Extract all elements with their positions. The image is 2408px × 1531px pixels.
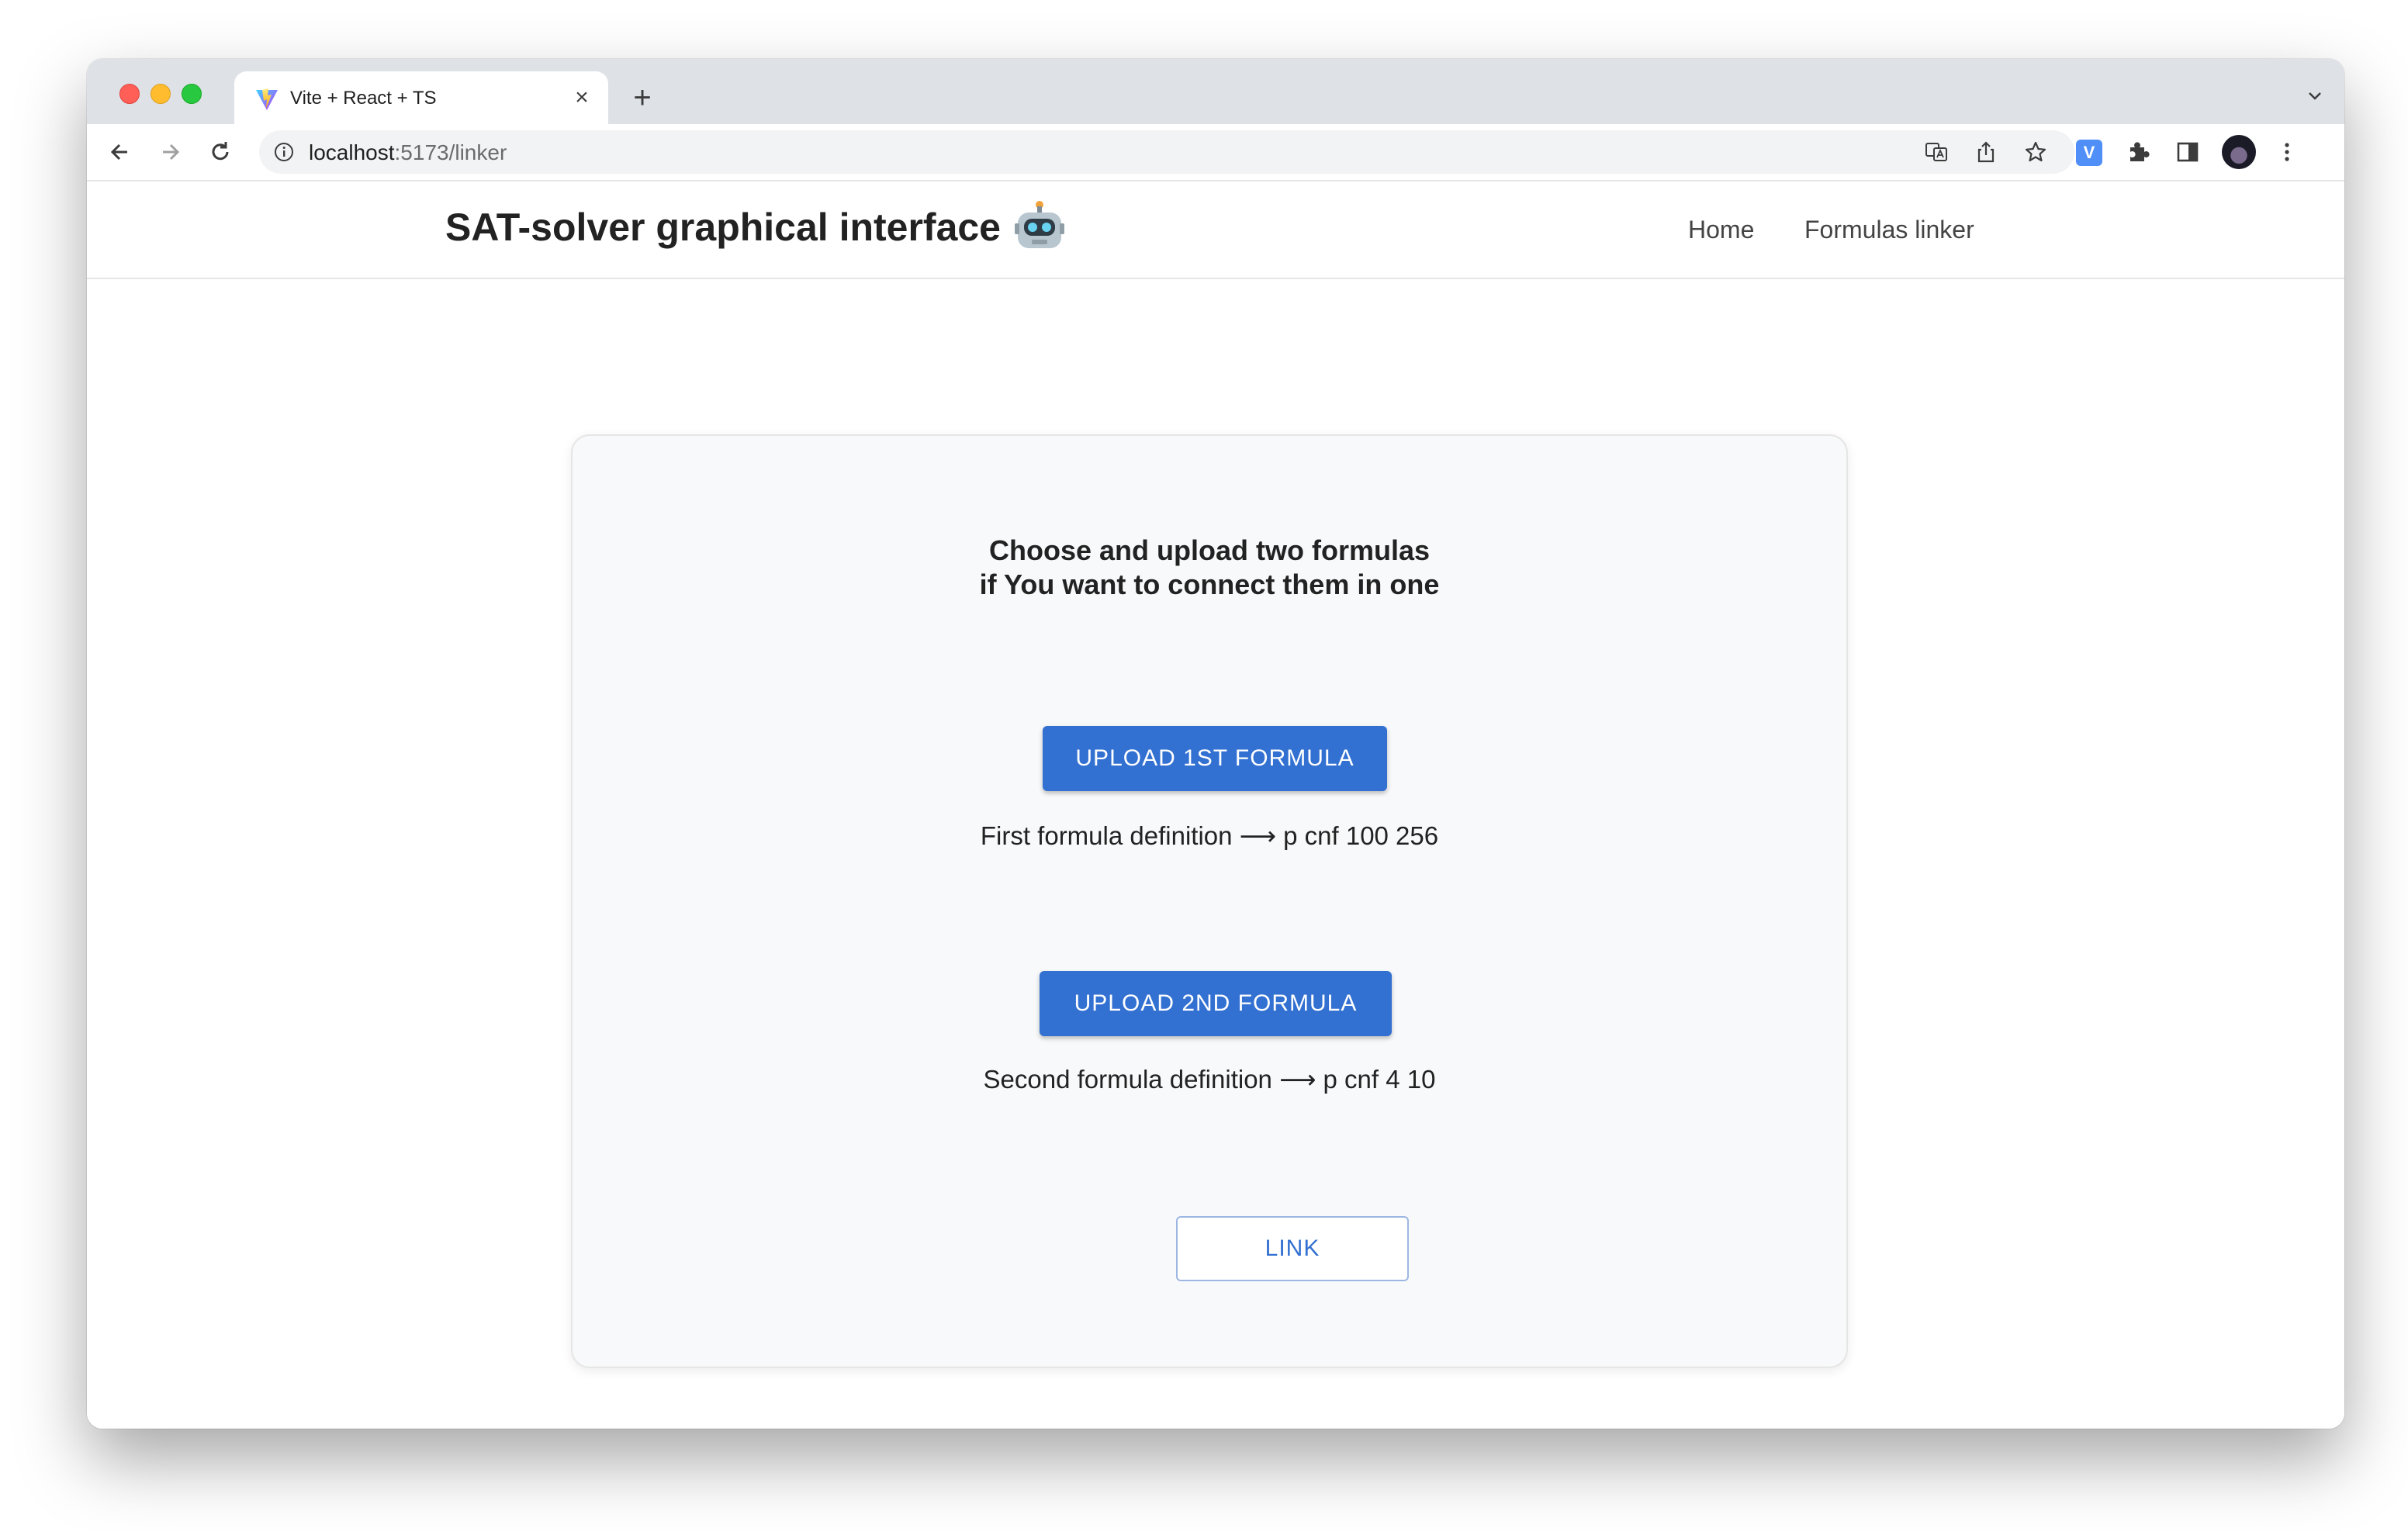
browser-tab[interactable]: Vite + React + TS × [234, 71, 608, 124]
robot-icon [1015, 201, 1064, 248]
web-page: SAT-solver graphical interface Home Form… [87, 181, 2344, 1429]
star-icon[interactable] [2023, 140, 2048, 164]
card-heading-line1: Choose and upload two formulas [988, 534, 1431, 566]
nav-formulas-linker-link[interactable]: Formulas linker [1804, 214, 1974, 245]
plus-icon[interactable]: + [627, 82, 658, 113]
zoom-window-button[interactable] [182, 84, 202, 104]
browser-window: Vite + React + TS × + localhost:5173/lin… [87, 59, 2344, 1429]
upload-second-formula-button[interactable]: UPLOAD 2ND FORMULA [1040, 971, 1392, 1036]
sidebar-icon[interactable] [2174, 138, 2202, 166]
address-bar[interactable]: localhost:5173/linker [259, 130, 2074, 174]
puzzle-icon[interactable] [2124, 138, 2152, 166]
url-host: localhost [309, 140, 395, 164]
app-header: SAT-solver graphical interface Home Form… [87, 181, 2344, 279]
back-icon[interactable] [104, 135, 138, 169]
url-path: :5173/linker [394, 140, 507, 164]
url-text: localhost:5173/linker [309, 140, 507, 165]
upload-first-formula-button[interactable]: UPLOAD 1ST FORMULA [1043, 726, 1387, 791]
chevron-down-icon[interactable] [2302, 84, 2327, 109]
vite-favicon [256, 88, 278, 110]
tab-strip: Vite + React + TS × + [87, 59, 2344, 124]
share-icon[interactable] [1974, 140, 1998, 164]
second-formula-definition: Second formula definition ⟶ p cnf 4 10 [983, 1065, 1436, 1094]
close-window-button[interactable] [119, 84, 140, 104]
menu-dots-icon[interactable] [2273, 138, 2301, 166]
linker-card: Choose and upload two formulas if You wa… [571, 434, 1848, 1368]
forward-icon[interactable] [154, 135, 188, 169]
app-title: SAT-solver graphical interface [445, 206, 1001, 249]
tab-title: Vite + React + TS [290, 88, 437, 109]
card-heading-line2: if You want to connect them in one [979, 569, 1440, 600]
close-icon[interactable]: × [569, 85, 594, 110]
first-formula-definition: First formula definition ⟶ p cnf 100 256 [980, 821, 1439, 850]
minimize-window-button[interactable] [150, 84, 171, 104]
profile-avatar[interactable] [2222, 135, 2256, 169]
link-button[interactable]: LINK [1176, 1216, 1409, 1281]
info-icon[interactable] [273, 141, 295, 163]
translate-icon[interactable] [1924, 140, 1949, 164]
browser-toolbar: localhost:5173/linker V [87, 124, 2344, 181]
reload-icon[interactable] [203, 135, 237, 169]
extension-v-icon[interactable]: V [2076, 140, 2102, 166]
nav-home-link[interactable]: Home [1688, 214, 1754, 245]
